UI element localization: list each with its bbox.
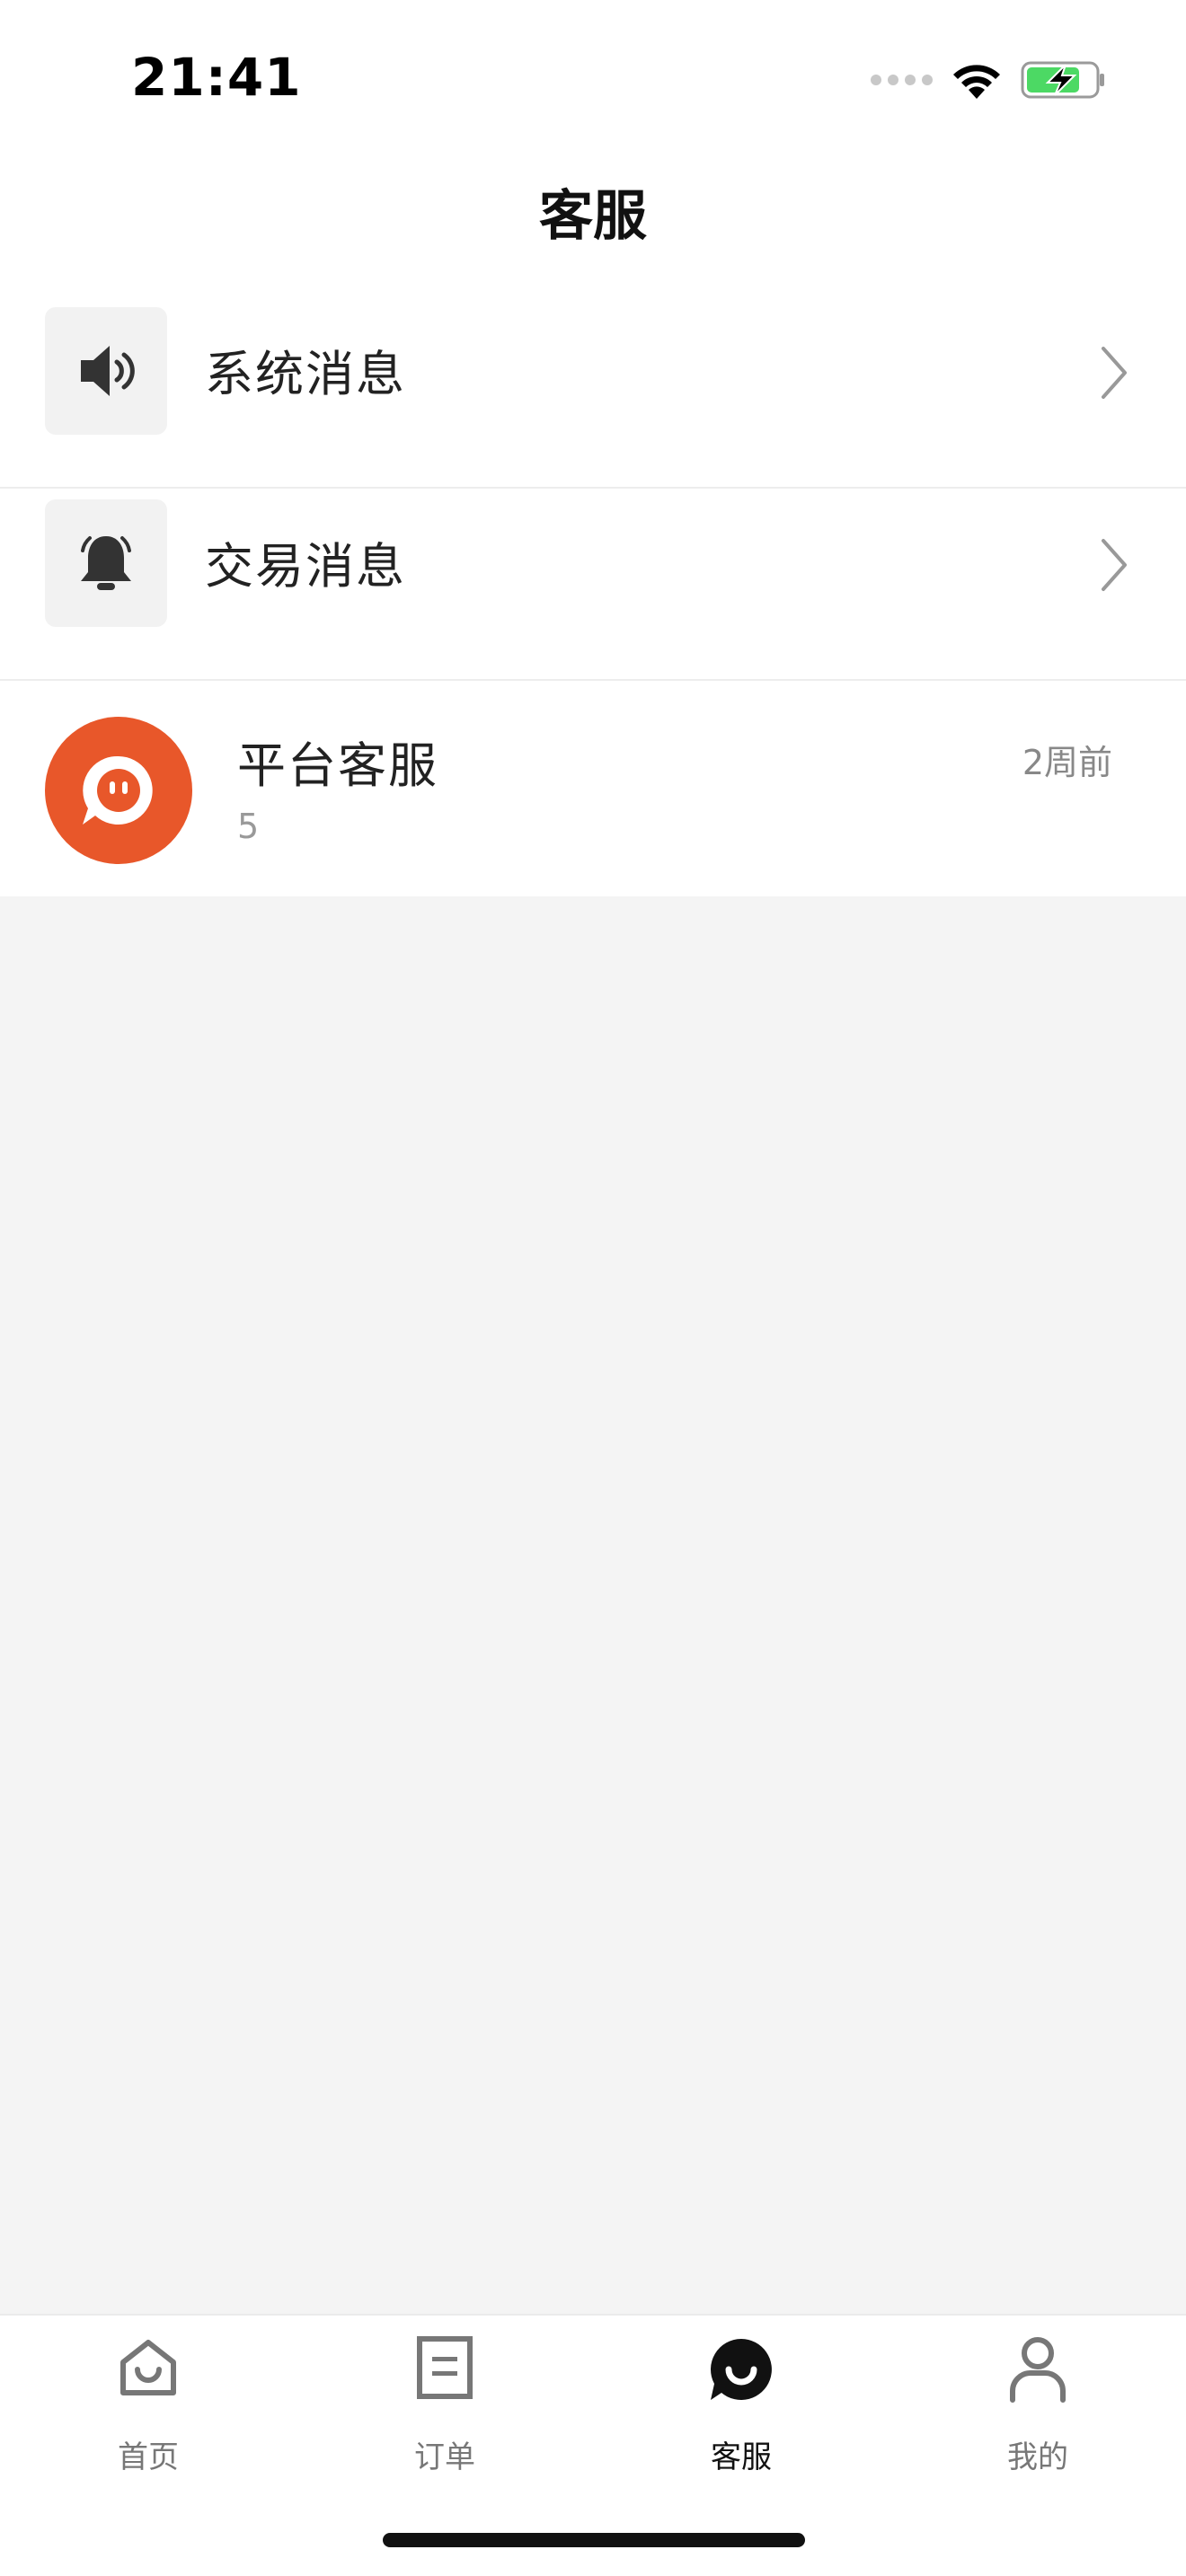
system-messages-icon-box — [45, 307, 167, 435]
home-icon — [120, 2340, 176, 2395]
tab-home[interactable]: 首页 — [0, 2316, 296, 2495]
trade-messages-icon-box — [45, 499, 167, 627]
nav-bar: 客服 — [0, 153, 1186, 296]
battery-charging-icon — [1021, 61, 1104, 99]
customer-service-icon — [711, 2339, 772, 2400]
tab-label: 订单 — [414, 2439, 475, 2475]
chat-name: 平台客服 — [237, 737, 438, 794]
tab-orders[interactable]: 订单 — [296, 2316, 593, 2495]
screen: 21:41 客服 系统消息 交易消息 平台客服 2周前 5 首页 订单 客服 我… — [0, 0, 1186, 2576]
speaker-icon — [81, 346, 135, 396]
bell-icon — [81, 536, 131, 590]
chevron-right-icon — [1102, 539, 1127, 591]
tab-label: 我的 — [1007, 2439, 1068, 2475]
order-icon — [417, 2336, 473, 2399]
cellular-signal-icon — [871, 75, 933, 85]
trade-messages-label: 交易消息 — [205, 538, 406, 595]
list-item-system-messages[interactable]: 系统消息 — [0, 296, 1186, 489]
chat-time: 2周前 — [1022, 743, 1112, 782]
status-time: 21:41 — [131, 47, 302, 108]
chevron-right-icon — [1102, 347, 1127, 399]
status-bar: 21:41 — [0, 0, 1186, 153]
tab-label: 客服 — [711, 2439, 772, 2475]
wifi-icon — [953, 65, 1000, 99]
tab-customer-service[interactable]: 客服 — [593, 2316, 890, 2495]
tab-profile[interactable]: 我的 — [890, 2316, 1186, 2495]
profile-icon — [1010, 2337, 1066, 2403]
list-item-platform-service[interactable]: 平台客服 2周前 5 — [0, 681, 1186, 896]
avatar — [45, 717, 192, 864]
home-indicator — [383, 2533, 805, 2547]
list-item-trade-messages[interactable]: 交易消息 — [0, 489, 1186, 681]
system-messages-label: 系统消息 — [205, 346, 406, 402]
page-title: 客服 — [539, 185, 647, 248]
tab-label: 首页 — [118, 2439, 179, 2475]
chat-bubble-icon — [83, 755, 153, 825]
status-icons — [871, 57, 1107, 102]
message-list: 系统消息 交易消息 平台客服 2周前 5 — [0, 296, 1186, 896]
chat-preview: 5 — [237, 807, 260, 846]
